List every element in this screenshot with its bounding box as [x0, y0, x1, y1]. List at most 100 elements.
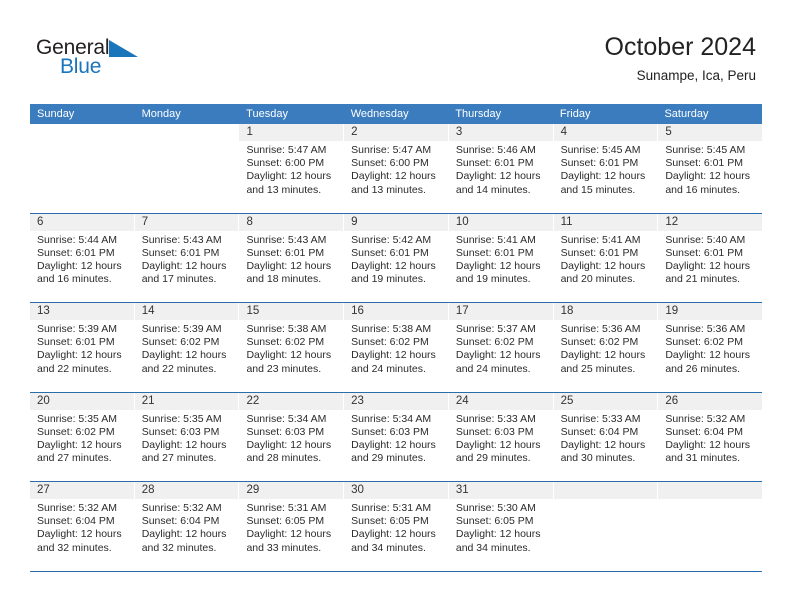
day-details: Sunrise: 5:41 AM Sunset: 6:01 PM Daylight:…: [554, 231, 658, 287]
sunset-time: Sunset: 6:05 PM: [351, 515, 429, 528]
calendar-day-cell[interactable]: 11 Sunrise: 5:41 AM Sunset: 6:01 PM Dayligh…: [553, 213, 659, 302]
daylight-duration-line1: Daylight: 12 hours: [665, 349, 750, 362]
daylight-duration-line2: and 25 minutes.: [560, 362, 636, 375]
daylight-duration-line2: and 16 minutes.: [665, 183, 741, 196]
sunset-time: Sunset: 6:01 PM: [455, 246, 534, 259]
dow-monday: Monday: [141, 108, 181, 120]
daylight-duration-line1: Daylight: 12 hours: [351, 438, 436, 451]
day-number: [658, 482, 763, 499]
calendar-day-cell[interactable]: 10 Sunrise: 5:41 AM Sunset: 6:01 PM Dayligh…: [448, 213, 554, 302]
sunrise-time: Sunrise: 5:38 AM: [351, 323, 432, 335]
daylight-duration-line1: Daylight: 12 hours: [246, 170, 332, 183]
calendar-week-row: 1 Sunrise: 5:47 AM Sunset: 6:00 PM Daylight…: [30, 124, 763, 214]
day-details: Sunrise: 5:43 AM Sunset: 6:01 PM Daylight:…: [239, 231, 343, 287]
sunrise-time: Sunrise: 5:40 AM: [665, 233, 746, 246]
calendar-day-cell[interactable]: 6 Sunrise: 5:44 AM Sunset: 6:01 PM Daylight…: [30, 213, 135, 302]
daylight-duration-line1: Daylight: 12 hours: [455, 438, 541, 451]
daylight-duration-line1: Daylight: 12 hours: [37, 528, 122, 541]
calendar-day-cell[interactable]: 23 Sunrise: 5:34 AM Sunset: 6:03 PM Dayligh…: [344, 392, 449, 481]
sunrise-time: Sunrise: 5:37 AM: [455, 323, 536, 335]
sunrise-time: Sunrise: 5:39 AM: [141, 323, 222, 335]
calendar-day-cell[interactable]: 25 Sunrise: 5:33 AM Sunset: 6:04 PM Dayligh…: [553, 392, 659, 481]
calendar-day-cell[interactable]: 28 Sunrise: 5:32 AM Sunset: 6:04 PM Dayligh…: [134, 482, 240, 571]
page-title: October 2024: [604, 33, 757, 61]
day-details: Sunrise: 5:44 AM Sunset: 6:01 PM Daylight:…: [30, 231, 134, 287]
calendar-day-cell[interactable]: 31 Sunrise: 5:30 AM Sunset: 6:05 PM Dayligh…: [448, 482, 554, 571]
daylight-duration-line1: Daylight: 12 hours: [665, 438, 750, 451]
calendar-day-cell[interactable]: 16 Sunrise: 5:38 AM Sunset: 6:02 PM Dayligh…: [344, 303, 449, 392]
calendar-day-cell[interactable]: 8 Sunrise: 5:43 AM Sunset: 6:01 PM Daylight…: [239, 213, 345, 302]
daylight-duration-line2: and 23 minutes.: [246, 362, 322, 375]
calendar-day-cell[interactable]: 2 Sunrise: 5:47 AM Sunset: 6:00 PM Daylight…: [344, 124, 449, 213]
daylight-duration-line1: Daylight: 12 hours: [37, 438, 122, 451]
daylight-duration-line2: and 34 minutes.: [455, 541, 531, 554]
page-header: General Blue October 2024 Sunampe, Ica, …: [0, 0, 792, 100]
day-details: Sunrise: 5:39 AM Sunset: 6:01 PM Daylight:…: [30, 320, 134, 376]
calendar-day-cell[interactable]: 18 Sunrise: 5:36 AM Sunset: 6:02 PM Dayligh…: [553, 303, 659, 392]
day-number: 24: [448, 392, 553, 410]
calendar-day-cell[interactable]: 22 Sunrise: 5:34 AM Sunset: 6:03 PM Dayligh…: [239, 392, 345, 481]
calendar-week-row: 20 Sunrise: 5:35 AM Sunset: 6:02 PM Dayligh…: [30, 392, 763, 482]
calendar-day-cell[interactable]: 20 Sunrise: 5:35 AM Sunset: 6:02 PM Dayligh…: [30, 392, 135, 481]
calendar-day-cell[interactable]: 13 Sunrise: 5:39 AM Sunset: 6:01 PM Dayligh…: [30, 303, 135, 392]
day-number: 15: [239, 303, 344, 320]
calendar-day-cell[interactable]: 1 Sunrise: 5:47 AM Sunset: 6:00 PM Daylight…: [239, 124, 345, 213]
day-details: Sunrise: 5:35 AM Sunset: 6:02 PM Daylight:…: [30, 410, 134, 466]
day-number: 4: [553, 124, 658, 141]
day-number: 6: [30, 213, 134, 231]
day-details: Sunrise: 5:34 AM Sunset: 6:03 PM Daylight:…: [344, 410, 448, 466]
sunrise-time: Sunrise: 5:36 AM: [560, 323, 641, 335]
daylight-duration-line1: Daylight: 12 hours: [560, 438, 646, 451]
sunrise-time: Sunrise: 5:38 AM: [246, 323, 327, 335]
day-details: Sunrise: 5:38 AM Sunset: 6:02 PM Daylight:…: [239, 320, 343, 376]
daylight-duration-line1: Daylight: 12 hours: [455, 259, 541, 272]
calendar-weeks: 1 Sunrise: 5:47 AM Sunset: 6:00 PM Daylight…: [30, 124, 763, 572]
sunset-time: Sunset: 6:00 PM: [351, 157, 429, 170]
day-number: 17: [448, 303, 553, 320]
day-details: Sunrise: 5:31 AM Sunset: 6:05 PM Daylight:…: [344, 499, 448, 555]
calendar-day-cell[interactable]: 27 Sunrise: 5:32 AM Sunset: 6:04 PM Dayligh…: [30, 482, 135, 571]
daylight-duration-line2: and 17 minutes.: [141, 273, 217, 286]
daylight-duration-line2: and 24 minutes.: [351, 362, 426, 375]
sunset-time: Sunset: 6:05 PM: [246, 515, 325, 528]
calendar-day-cell[interactable]: 3 Sunrise: 5:46 AM Sunset: 6:01 PM Daylight…: [448, 124, 554, 213]
day-number: 19: [658, 303, 763, 320]
sunset-time: Sunset: 6:02 PM: [665, 336, 743, 349]
day-number: 28: [134, 482, 239, 499]
day-details: Sunrise: 5:39 AM Sunset: 6:02 PM Daylight:…: [135, 320, 239, 376]
calendar-day-cell-empty: [30, 124, 135, 213]
day-details: Sunrise: 5:45 AM Sunset: 6:01 PM Daylight:…: [554, 141, 658, 197]
daylight-duration-line2: and 19 minutes.: [455, 273, 531, 286]
calendar-day-cell[interactable]: 12 Sunrise: 5:40 AM Sunset: 6:01 PM Dayligh…: [658, 213, 763, 302]
dow-sunday: Sunday: [37, 108, 75, 120]
calendar-day-cell[interactable]: 29 Sunrise: 5:31 AM Sunset: 6:05 PM Dayligh…: [239, 482, 345, 571]
calendar-day-cell[interactable]: 24 Sunrise: 5:33 AM Sunset: 6:03 PM Dayligh…: [448, 392, 554, 481]
calendar-day-cell[interactable]: 7 Sunrise: 5:43 AM Sunset: 6:01 PM Daylight…: [134, 213, 240, 302]
sunrise-time: Sunrise: 5:32 AM: [141, 502, 222, 514]
calendar-day-cell[interactable]: 4 Sunrise: 5:45 AM Sunset: 6:01 PM Daylight…: [553, 124, 659, 213]
day-number: 2: [344, 124, 448, 141]
daylight-duration-line2: and 27 minutes.: [37, 452, 112, 465]
calendar-day-cell[interactable]: 5 Sunrise: 5:45 AM Sunset: 6:01 PM Daylight…: [658, 124, 763, 213]
sunrise-time: Sunrise: 5:45 AM: [665, 144, 746, 156]
daylight-duration-line1: Daylight: 12 hours: [141, 528, 227, 541]
daylight-duration-line2: and 29 minutes.: [351, 452, 426, 465]
calendar-day-cell[interactable]: 15 Sunrise: 5:38 AM Sunset: 6:02 PM Dayligh…: [239, 303, 345, 392]
calendar-day-cell[interactable]: 26 Sunrise: 5:32 AM Sunset: 6:04 PM Dayligh…: [658, 392, 763, 481]
calendar-day-cell[interactable]: 30 Sunrise: 5:31 AM Sunset: 6:05 PM Dayligh…: [344, 482, 449, 571]
daylight-duration-line2: and 19 minutes.: [351, 273, 426, 286]
daylight-duration-line1: Daylight: 12 hours: [37, 259, 122, 272]
calendar-day-cell[interactable]: 14 Sunrise: 5:39 AM Sunset: 6:02 PM Dayligh…: [134, 303, 240, 392]
sunset-time: Sunset: 6:03 PM: [246, 425, 325, 438]
calendar-day-cell[interactable]: 19 Sunrise: 5:36 AM Sunset: 6:02 PM Dayligh…: [658, 303, 763, 392]
day-details: Sunrise: 5:40 AM Sunset: 6:01 PM Daylight:…: [658, 231, 762, 287]
calendar-day-cell[interactable]: 9 Sunrise: 5:42 AM Sunset: 6:01 PM Daylight…: [344, 213, 449, 302]
sunrise-time: Sunrise: 5:39 AM: [37, 323, 117, 335]
dow-thursday: Thursday: [455, 108, 502, 120]
day-number: 20: [30, 392, 134, 410]
calendar-day-cell[interactable]: 21 Sunrise: 5:35 AM Sunset: 6:03 PM Dayligh…: [134, 392, 240, 481]
general-blue-logo[interactable]: General Blue: [36, 36, 166, 82]
daylight-duration-line1: Daylight: 12 hours: [455, 528, 541, 541]
sunset-time: Sunset: 6:04 PM: [560, 425, 639, 438]
calendar-day-cell[interactable]: 17 Sunrise: 5:37 AM Sunset: 6:02 PM Dayligh…: [448, 303, 554, 392]
